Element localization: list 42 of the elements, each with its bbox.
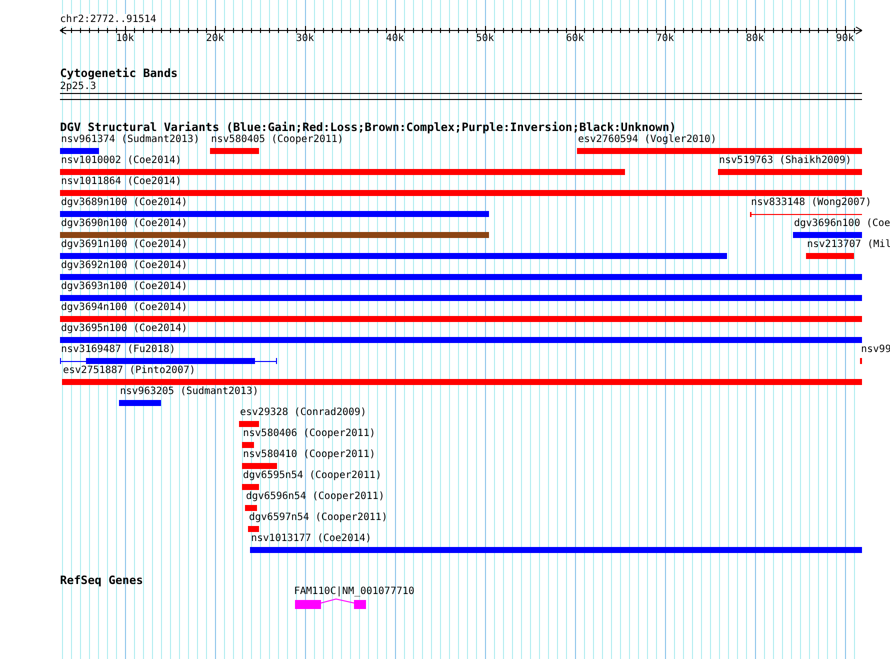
- variant-label: nsv3169487 (Fu2018): [61, 344, 176, 356]
- variant-label: nsv99: [861, 344, 890, 356]
- variant-label: nsv963205 (Sudmant2013): [120, 386, 258, 398]
- variant-label: nsv1011864 (Coe2014): [61, 176, 182, 188]
- variant-label: nsv1010002 (Coe2014): [61, 155, 182, 167]
- ruler-tick-label: 50k: [476, 33, 494, 45]
- ruler-tick-label: 10k: [116, 33, 134, 45]
- band-label: 2p25.3: [60, 81, 96, 93]
- variant-label: dgv3695n100 (Coe2014): [61, 323, 188, 335]
- variant-label: dgv3691n100 (Coe2014): [61, 239, 188, 251]
- variant-label: nsv1013177 (Coe2014): [251, 533, 372, 545]
- variant-label: esv2751887 (Pinto2007): [63, 365, 196, 377]
- variant-label: dgv6596n54 (Cooper2011): [246, 491, 384, 503]
- variant-label: nsv961374 (Sudmant2013): [61, 134, 200, 146]
- variant-label: nsv580405 (Cooper2011): [211, 134, 344, 146]
- variant-label: nsv213707 (Mil: [807, 239, 890, 251]
- ruler-tick-label: 30k: [296, 33, 314, 45]
- variant-label: dgv3689n100 (Coe2014): [61, 197, 188, 209]
- variant-label: nsv833148 (Wong2007): [751, 197, 872, 209]
- ruler-tick-label: 60k: [566, 33, 584, 45]
- ruler-tick-label: 90k: [836, 33, 854, 45]
- ruler-tick-label: 80k: [746, 33, 764, 45]
- ruler-tick-label: 70k: [656, 33, 674, 45]
- track-title: Cytogenetic Bands: [60, 67, 178, 80]
- variant-label: dgv3696n100 (Coe: [794, 218, 890, 230]
- variant-label: dgv3693n100 (Coe2014): [61, 281, 188, 293]
- variant-label: nsv580406 (Cooper2011): [243, 428, 376, 440]
- variant-label: dgv6595n54 (Cooper2011): [243, 470, 382, 482]
- gene-label: FAM110C|NM_001077710: [294, 586, 414, 598]
- location-label: chr2:2772..91514: [60, 14, 156, 26]
- variant-label: esv2760594 (Vogler2010): [578, 134, 716, 146]
- variant-label: dgv6597n54 (Cooper2011): [249, 512, 388, 524]
- variant-label: esv29328 (Conrad2009): [240, 407, 366, 419]
- variant-label: dgv3694n100 (Coe2014): [61, 302, 188, 314]
- ruler-tick-label: 40k: [386, 33, 404, 45]
- variant-label: dgv3690n100 (Coe2014): [61, 218, 188, 230]
- track-title: RefSeq Genes: [60, 574, 144, 587]
- variant-label: nsv519763 (Shaikh2009): [719, 155, 852, 167]
- variant-label: nsv580410 (Cooper2011): [243, 449, 376, 461]
- track-title: DGV Structural Variants (Blue:Gain;Red:Loss;Brown:Complex;Purple:Inversion;Black:Unknown): [60, 121, 676, 134]
- variant-label: dgv3692n100 (Coe2014): [61, 260, 188, 272]
- ruler-tick-label: 20k: [206, 33, 224, 45]
